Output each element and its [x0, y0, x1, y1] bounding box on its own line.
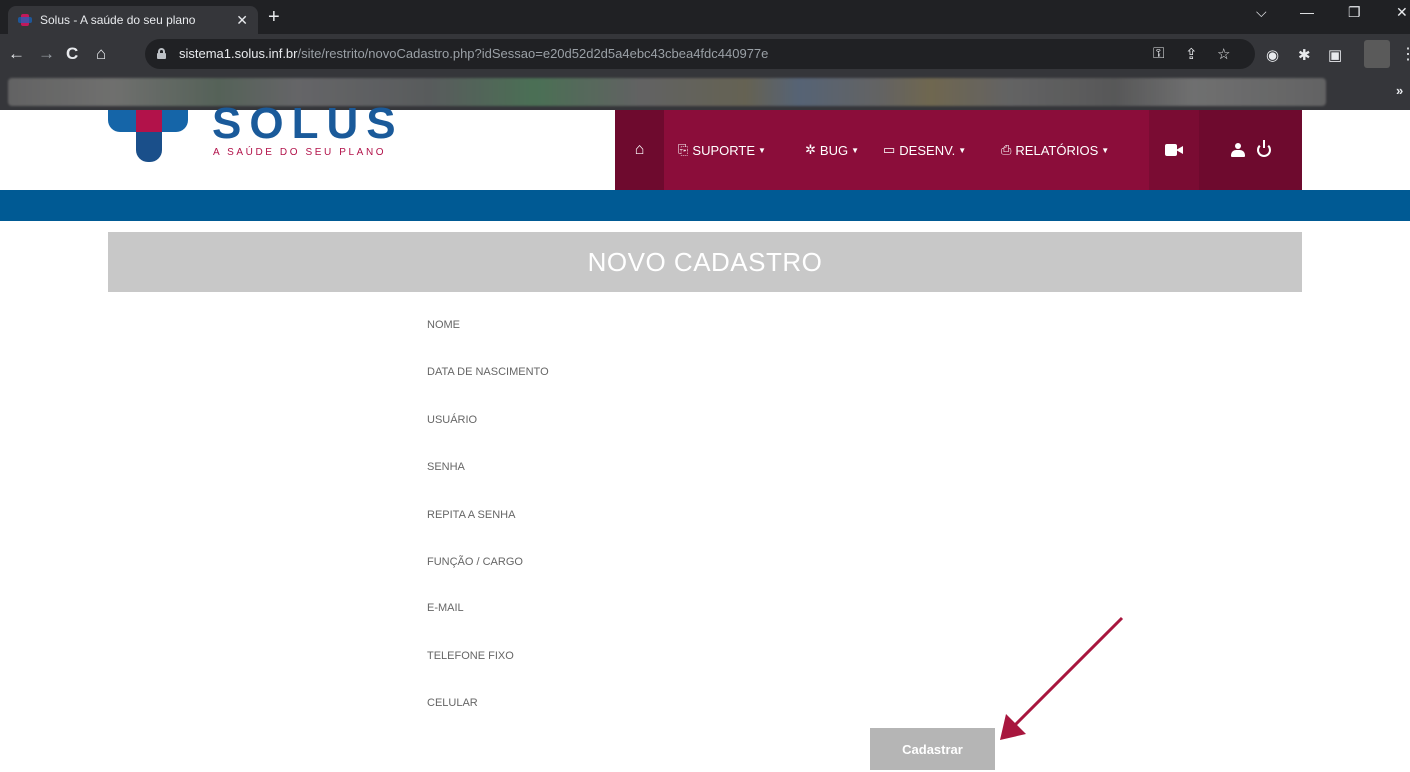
annotation-arrow-icon — [1000, 616, 1124, 740]
